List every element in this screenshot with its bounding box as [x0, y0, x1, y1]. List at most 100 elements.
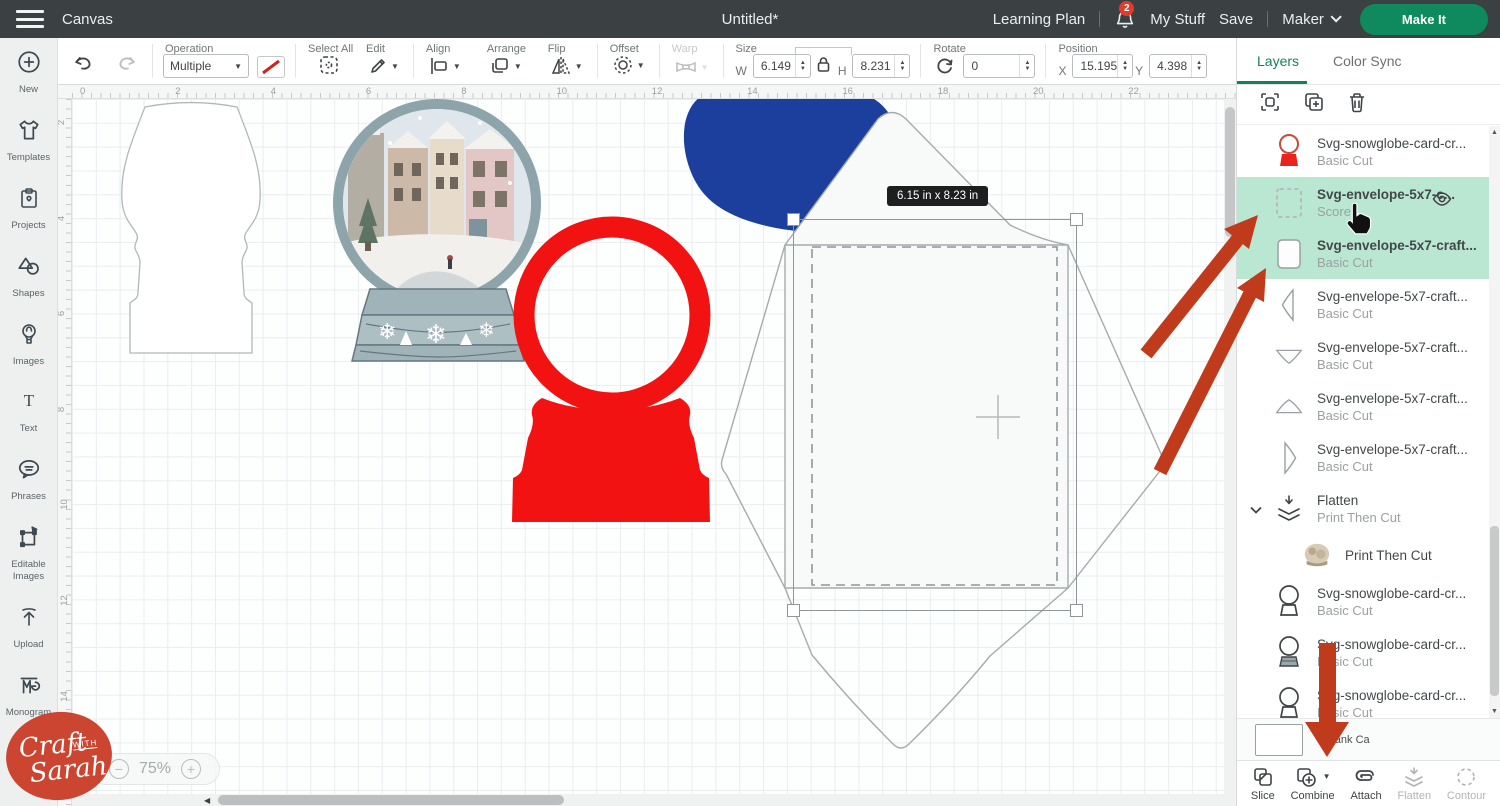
width-stepper[interactable]: 6.149 ▲▼	[753, 54, 811, 78]
layer-row-1[interactable]: Svg-envelope-5x7-c...Score	[1237, 177, 1500, 228]
sidebar-item-upload[interactable]: Upload	[0, 593, 57, 661]
selection-handle-sw[interactable]	[787, 604, 800, 617]
sidebar-item-phrases[interactable]: Phrases	[0, 445, 57, 513]
dashed-square-icon	[1273, 183, 1305, 223]
arrange-button[interactable]: ▼	[485, 54, 526, 78]
notifications-bell-icon[interactable]: 2	[1114, 8, 1136, 30]
hscroll-thumb[interactable]	[218, 795, 564, 805]
layer-row-10[interactable]: Svg-snowglobe-card-cr...Basic Cut	[1237, 627, 1500, 678]
design-canvas[interactable]: ❄ ❄ ❄ 6.15 in x 8.23 in 0246810121416	[58, 85, 1236, 806]
action-label: Slice	[1251, 790, 1275, 802]
layer-row-9[interactable]: Svg-snowglobe-card-cr...Basic Cut	[1237, 576, 1500, 627]
layer-row-3[interactable]: Svg-envelope-5x7-craft... Basic Cut	[1237, 279, 1500, 330]
select-layers-icon[interactable]	[1259, 91, 1281, 118]
height-stepper[interactable]: 8.231 ▲▼	[852, 54, 910, 78]
layer-operation: Basic Cut	[1317, 408, 1468, 423]
panel-scroll-up-icon[interactable]: ▲	[1491, 129, 1498, 136]
blank-canvas-label: Blank Ca	[1325, 734, 1370, 746]
vscroll-thumb[interactable]	[1225, 107, 1235, 237]
attach-button[interactable]: Attach	[1350, 766, 1381, 802]
scroll-left-icon[interactable]: ◀	[204, 796, 210, 805]
height-label: H	[838, 64, 847, 78]
sidebar-item-new[interactable]: New	[0, 38, 57, 106]
layer-row-11[interactable]: Svg-snowglobe-card-cr...Basic Cut	[1237, 678, 1500, 718]
slice-button[interactable]: Slice	[1251, 766, 1275, 802]
sidebar-item-images[interactable]: Images	[0, 310, 57, 378]
align-button[interactable]: ▼	[424, 54, 465, 78]
my-stuff-link[interactable]: My Stuff	[1150, 11, 1205, 28]
layer-title: Svg-envelope-5x7-craft...	[1317, 340, 1468, 355]
sidebar-item-editable-images[interactable]: EditableImages	[0, 513, 57, 593]
svg-text:❄: ❄	[378, 319, 396, 344]
top-bar: Canvas Untitled* Learning Plan 2 My Stuf…	[0, 0, 1500, 38]
combine-button[interactable]: ▼ Combine	[1291, 766, 1335, 802]
duplicate-layer-icon[interactable]	[1303, 91, 1325, 118]
trash-icon[interactable]	[1347, 91, 1367, 118]
undo-button[interactable]	[68, 52, 98, 74]
layer-operation: Basic Cut	[1317, 255, 1477, 270]
edit-pencil-button[interactable]: ▼	[364, 54, 403, 78]
sidebar-item-label: EditableImages	[11, 559, 45, 583]
ruler-top-number: 4	[271, 86, 276, 97]
layer-title: Flatten	[1317, 493, 1401, 508]
tab-layers[interactable]: Layers	[1257, 38, 1299, 84]
zoom-in-button[interactable]: +	[181, 759, 201, 779]
plus-circle-icon	[16, 49, 42, 80]
ruler-left-number: 8	[58, 407, 67, 412]
x-stepper[interactable]: 15.195 ▲▼	[1072, 54, 1133, 78]
red-snowglobe-shape[interactable]	[500, 212, 722, 527]
hamburger-icon[interactable]	[16, 10, 44, 28]
panel-scroll-down-icon[interactable]: ▼	[1491, 708, 1498, 715]
sidebar-item-templates[interactable]: Templates	[0, 106, 57, 174]
layer-title: Svg-envelope-5x7-craft...	[1317, 391, 1468, 406]
warp-button[interactable]: ▼	[670, 56, 713, 78]
redo-button[interactable]	[112, 52, 142, 74]
sidebar-item-shapes[interactable]: Shapes	[0, 242, 57, 310]
layer-title: Svg-envelope-5x7-craft...	[1317, 289, 1468, 304]
flip-button[interactable]: ▼	[546, 54, 587, 78]
layer-row-5[interactable]: Svg-envelope-5x7-craft... Basic Cut	[1237, 381, 1500, 432]
layer-row-8[interactable]: Print Then Cut	[1237, 534, 1500, 576]
selection-handle-se[interactable]	[1070, 604, 1083, 617]
eye-visibility-icon[interactable]	[1432, 192, 1452, 211]
select-all-button[interactable]	[314, 52, 344, 78]
chevron-down-icon[interactable]	[1250, 501, 1262, 519]
layer-row-0[interactable]: Svg-snowglobe-card-cr...Basic Cut	[1237, 126, 1500, 177]
rotate-stepper[interactable]: 0 ▲▼	[963, 54, 1035, 78]
snowglobe-outline-icon	[1273, 684, 1305, 719]
vertical-scrollbar[interactable]: ▲	[1224, 85, 1236, 806]
sidebar-item-text[interactable]: T Text	[0, 377, 57, 445]
operation-select[interactable]: Multiple▼	[163, 54, 249, 78]
ruler-top-number: 2	[175, 86, 180, 97]
snowglobe-card-shape[interactable]	[100, 85, 280, 370]
layer-row-6[interactable]: Svg-envelope-5x7-craft...Basic Cut	[1237, 432, 1500, 483]
sidebar-item-label: Projects	[11, 220, 45, 232]
x-label: X	[1058, 64, 1066, 78]
make-it-button[interactable]: Make It	[1360, 4, 1488, 35]
selection-handle-ne[interactable]	[1070, 213, 1083, 226]
layer-operation: Basic Cut	[1317, 357, 1468, 372]
selection-bounding-box[interactable]	[793, 219, 1077, 611]
color-swatch[interactable]	[257, 56, 285, 78]
layer-row-4[interactable]: Svg-envelope-5x7-craft... Basic Cut	[1237, 330, 1500, 381]
selection-handle-nw[interactable]	[787, 213, 800, 226]
sidebar-item-projects[interactable]: Projects	[0, 174, 57, 242]
horizontal-scrollbar[interactable]: ◀	[58, 794, 1236, 806]
monogram-icon	[15, 672, 43, 703]
tab-color-sync[interactable]: Color Sync	[1333, 38, 1401, 84]
layer-row-2[interactable]: Svg-envelope-5x7-craft...Basic Cut	[1237, 228, 1500, 279]
panel-scrollbar[interactable]: ▲ ▼	[1489, 126, 1500, 718]
rotate-icon[interactable]	[931, 54, 959, 78]
y-stepper[interactable]: 4.398 ▲▼	[1149, 54, 1207, 78]
machine-selector[interactable]: Maker	[1282, 11, 1338, 28]
zoom-out-button[interactable]: −	[109, 759, 129, 779]
panel-scroll-thumb[interactable]	[1490, 526, 1499, 696]
blank-canvas-row[interactable]: Blank Ca	[1237, 718, 1500, 760]
layer-row-7[interactable]: FlattenPrint Then Cut	[1237, 483, 1500, 534]
save-button[interactable]: Save	[1219, 11, 1253, 28]
learning-plan-link[interactable]: Learning Plan	[993, 11, 1086, 28]
flatten-icon	[1402, 766, 1426, 788]
offset-button[interactable]: ▼	[608, 52, 649, 78]
layer-operation: Basic Cut	[1317, 306, 1468, 321]
lock-aspect-icon[interactable]	[813, 56, 834, 78]
